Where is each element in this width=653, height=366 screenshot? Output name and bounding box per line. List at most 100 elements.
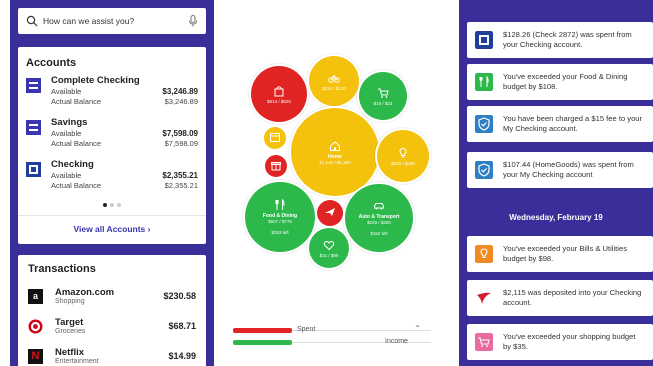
budget-bubble-green-small[interactable]: $18 / $23 (359, 72, 407, 120)
income-bar-row: Income (233, 338, 431, 348)
spent-bar (233, 328, 293, 333)
transaction-name: Netflix (55, 347, 85, 358)
chevron-up-icon[interactable]: ⌃ (414, 324, 421, 333)
car-icon (374, 203, 384, 210)
notification-text: You've exceeded your Bills & Utilities b… (503, 244, 627, 263)
notification-item[interactable]: $2,115 was deposited into your Checking … (467, 280, 653, 316)
notification-text: You've exceeded your shopping budget by … (503, 332, 636, 351)
chase-logo-icon (475, 31, 493, 49)
pager-dots[interactable] (26, 203, 198, 207)
available-label: Available (51, 129, 82, 138)
cart-icon (475, 333, 493, 351)
notification-item[interactable]: You've exceeded your shopping budget by … (467, 324, 653, 360)
actual-balance-amount: $7,598.09 (164, 139, 198, 148)
shield-check-icon (475, 115, 493, 133)
gift-icon (271, 162, 281, 171)
transaction-category: Shopping (55, 298, 85, 305)
budget-bubble-auto-transport[interactable]: Auto & Transport $249 / $450 $152 left (345, 184, 413, 252)
transaction-row[interactable]: N Netflix Entertainment $14.99 (28, 341, 196, 366)
account-item[interactable]: Checking Available $2,355.21 Actual Balan… (26, 159, 198, 201)
divider (18, 215, 206, 216)
notification-text: You have been charged a $15 fee to your … (503, 114, 643, 133)
view-all-accounts-link[interactable]: View all Accounts › (26, 224, 198, 234)
available-label: Available (51, 87, 82, 96)
transaction-name: Target (55, 317, 84, 328)
bulb-icon (475, 245, 493, 263)
notification-item[interactable]: You've exceeded your Food & Dining budge… (467, 64, 653, 100)
chase-logo-icon (26, 162, 41, 177)
bag-icon (274, 85, 284, 96)
account-item[interactable]: Complete Checking Available $3,246.89 Act… (26, 75, 198, 117)
actual-balance-label: Actual Balance (51, 181, 102, 190)
budget-bubble-food-dining[interactable]: Food & Dining $507 / $775 $253 left (245, 182, 315, 252)
transaction-name: Amazon.com (55, 287, 115, 298)
transactions-card: Transactions a Amazon.com Shopping $230.… (18, 255, 206, 366)
search-icon (26, 15, 38, 27)
budget-bubble-home[interactable]: Home $1,140 / $1,300 (291, 108, 379, 196)
notification-text: $107.44 (HomeGoods) was spent from your … (503, 160, 634, 179)
notification-item[interactable]: $107.44 (HomeGoods) was spent from your … (467, 152, 653, 188)
available-amount: $3,246.89 (162, 87, 198, 96)
transaction-amount: $68.71 (168, 321, 196, 331)
shield-check-icon (475, 161, 493, 179)
transactions-title: Transactions (28, 263, 96, 275)
budget-bubble-travel[interactable] (317, 200, 343, 226)
house-icon (330, 140, 340, 151)
date-header: Wednesday, February 19 (509, 213, 603, 222)
actual-balance-amount: $2,355.21 (164, 181, 198, 190)
budget-bubble-gift[interactable] (265, 155, 287, 177)
microphone-icon[interactable] (188, 15, 198, 27)
actual-balance-label: Actual Balance (51, 139, 102, 148)
amazon-logo-icon: a (28, 288, 43, 304)
fork-knife-icon (275, 199, 285, 210)
accounts-card: Accounts Complete Checking Available $3,2… (18, 47, 206, 244)
airplane-icon (325, 208, 335, 216)
notification-text: You've exceeded your Food & Dining budge… (503, 72, 628, 91)
account-name: Savings (51, 117, 88, 128)
swoosh-logo-icon (475, 289, 493, 307)
spent-label: Spent (297, 326, 316, 333)
budget-bubble-health[interactable]: $31 / $99 (309, 228, 349, 268)
search-input[interactable]: How can we assist you? (43, 16, 188, 26)
calendar-icon (270, 133, 280, 142)
account-item[interactable]: Savings Available $7,598.09 Actual Balanc… (26, 117, 198, 159)
notification-text: $128.26 (Check 2872) was spent from your… (503, 30, 632, 49)
income-bar (233, 340, 293, 345)
available-amount: $7,598.09 (162, 129, 198, 138)
available-amount: $2,355.21 (162, 171, 198, 180)
budget-bubble-calendar[interactable] (264, 127, 286, 149)
transaction-row[interactable]: Target Groceries $68.71 (28, 311, 196, 341)
budget-bubble-utilities[interactable]: $220 / $285 (377, 130, 429, 182)
bulb-icon (399, 147, 407, 157)
budget-bubble-red[interactable]: $614 / $520 (251, 66, 307, 122)
notification-item[interactable]: You've exceeded your Bills & Utilities b… (467, 236, 653, 272)
notification-text: $2,115 was deposited into your Checking … (503, 288, 642, 307)
right-phone-screen: $128.26 (Check 2872) was spent from your… (459, 0, 653, 366)
actual-balance-label: Actual Balance (51, 97, 102, 106)
netflix-logo-icon: N (28, 348, 43, 364)
fork-knife-icon (475, 73, 493, 91)
heart-icon (323, 240, 335, 250)
spent-bar-row: Spent ⌃ (233, 324, 431, 336)
target-logo-icon (28, 319, 43, 333)
budget-bubble-yellow[interactable]: $110 / $120 (309, 56, 359, 106)
bank-lines-icon (26, 78, 41, 93)
account-name: Complete Checking (51, 75, 140, 86)
notification-item[interactable]: $128.26 (Check 2872) was spent from your… (467, 22, 653, 58)
search-bar[interactable]: How can we assist you? (18, 8, 206, 34)
left-phone-screen: How can we assist you? Accounts Complete… (10, 0, 214, 366)
transaction-amount: $14.99 (168, 351, 196, 361)
spent-income-legend: Spent ⌃ Income (233, 324, 431, 348)
account-name: Checking (51, 159, 94, 170)
notification-item[interactable]: You have been charged a $15 fee to your … (467, 106, 653, 142)
actual-balance-amount: $3,246.89 (164, 97, 198, 106)
bicycle-icon (328, 74, 340, 83)
bank-lines-icon (26, 120, 41, 135)
transaction-row[interactable]: a Amazon.com Shopping $230.58 (28, 281, 196, 311)
cart-icon (378, 88, 389, 98)
available-label: Available (51, 171, 82, 180)
chevron-right-icon: › (147, 224, 151, 234)
accounts-title: Accounts (26, 57, 77, 69)
transaction-category: Groceries (55, 328, 86, 335)
income-label: Income (385, 338, 408, 345)
